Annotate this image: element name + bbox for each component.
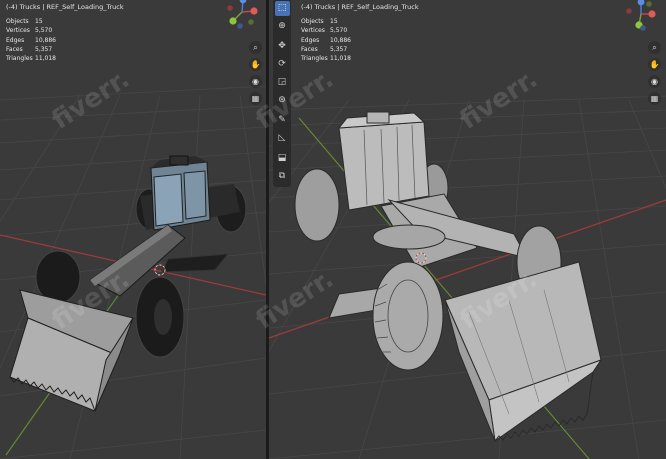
camera-icon[interactable]: ◉ (648, 75, 661, 88)
select-box-icon[interactable]: ⬚ (274, 1, 290, 16)
hand-pan-icon[interactable]: ✋ (249, 58, 262, 71)
gizmo-x-axis[interactable] (250, 7, 258, 15)
camera-icon[interactable]: ◉ (249, 75, 262, 88)
right-scene (269, 95, 666, 459)
stat-objects: Objects 15 (6, 17, 56, 26)
zoom-icon[interactable]: ⌕ (249, 41, 262, 54)
stat-label: Objects (301, 18, 324, 25)
navigation-gizmo[interactable] (621, 0, 661, 32)
stat-vertices: Vertices 5,570 (301, 26, 351, 35)
annotate-icon[interactable]: ✎ (275, 113, 290, 128)
stat-triangles: Triangles 11,018 (301, 54, 351, 63)
stat-label: Triangles (301, 55, 328, 63)
side-blade (161, 253, 230, 273)
viewport-header: (-4) Trucks | REF_Self_Loading_Truck (301, 3, 419, 11)
front-wheel (372, 261, 444, 371)
turntable (372, 224, 446, 250)
grid-perspective-icon[interactable]: ▦ (249, 92, 262, 105)
floor-grid (269, 95, 666, 459)
stat-value: 5,357 (330, 45, 348, 53)
stat-edges: Edges 10,886 (6, 36, 56, 45)
stat-label: Triangles (6, 55, 33, 63)
truck-model-solid[interactable] (9, 155, 247, 412)
statistics-overlay: Objects 15 Vertices 5,570 Edges 10,886 Face… (6, 17, 56, 63)
statistics-overlay: Objects 15 Vertices 5,570 Edges 10,886 Face… (301, 17, 351, 63)
stat-label: Faces (6, 45, 23, 53)
right-3d-viewport[interactable]: (-4) Trucks | REF_Self_Loading_Truck Obj… (269, 0, 666, 459)
add-cube-icon[interactable]: ⬓ (275, 151, 290, 166)
left-scene (0, 85, 266, 459)
gizmo-y-axis[interactable] (229, 17, 237, 25)
viewport-nav-controls: ⌕ ✋ ◉ ▦ (648, 41, 661, 105)
stat-label: Vertices (301, 27, 325, 35)
stat-label: Faces (301, 45, 318, 53)
stat-value: 5,357 (35, 45, 53, 53)
stat-faces: Faces 5,357 (301, 45, 351, 54)
zoom-icon[interactable]: ⌕ (648, 41, 661, 54)
stat-value: 15 (35, 18, 43, 25)
gizmo-z-axis[interactable] (239, 0, 247, 4)
front-hub (154, 299, 172, 335)
roof-exhaust (366, 111, 390, 124)
stat-label: Edges (301, 36, 320, 44)
cab-side-window (183, 170, 207, 220)
stat-triangles: Triangles 11,018 (6, 54, 56, 63)
stat-value: 5,570 (330, 27, 348, 35)
scale-icon[interactable]: ◲ (275, 75, 290, 90)
stat-value: 11,018 (330, 55, 351, 63)
blender-window: (-4) Trucks | REF_Self_Loading_Truck Obj… (0, 0, 666, 459)
left-3d-viewport[interactable]: (-4) Trucks | REF_Self_Loading_Truck Obj… (0, 0, 266, 459)
transform-icon[interactable]: ⊛ (275, 93, 290, 108)
stat-vertices: Vertices 5,570 (6, 26, 56, 35)
stat-label: Edges (6, 36, 25, 44)
viewport-header: (-4) Trucks | REF_Self_Loading_Truck (6, 3, 124, 11)
stat-value: 15 (330, 18, 338, 25)
navigation-gizmo[interactable] (222, 0, 262, 32)
move-icon[interactable]: ✥ (275, 39, 290, 54)
extra-tool-icon[interactable]: ⧉ (275, 169, 290, 184)
grid-perspective-icon[interactable]: ▦ (648, 92, 661, 105)
stat-faces: Faces 5,357 (6, 45, 56, 54)
stat-value: 10,886 (330, 36, 351, 44)
measure-icon[interactable]: ◺ (275, 131, 290, 146)
stat-label: Vertices (6, 27, 30, 35)
stat-edges: Edges 10,886 (301, 36, 351, 45)
stat-label: Objects (6, 18, 29, 25)
stat-value: 10,886 (35, 36, 56, 44)
gizmo-z-axis[interactable] (637, 0, 645, 6)
stat-value: 11,018 (35, 55, 56, 63)
rotate-icon[interactable]: ⟳ (275, 57, 290, 72)
tool-shelf: ⬚ ⊕ ✥ ⟳ ◲ ⊛ ✎ ◺ ⬓ ⧉ (273, 0, 291, 187)
roof-exhaust (169, 155, 189, 166)
stat-objects: Objects 15 (301, 17, 351, 26)
hand-pan-icon[interactable]: ✋ (648, 58, 661, 71)
stat-value: 5,570 (35, 27, 53, 35)
viewport-nav-controls: ⌕ ✋ ◉ ▦ (249, 41, 262, 105)
cab-window (153, 173, 184, 227)
rear-wheel-left (294, 168, 340, 242)
cursor-icon[interactable]: ⊕ (275, 19, 290, 34)
gizmo-x-axis[interactable] (648, 10, 656, 18)
